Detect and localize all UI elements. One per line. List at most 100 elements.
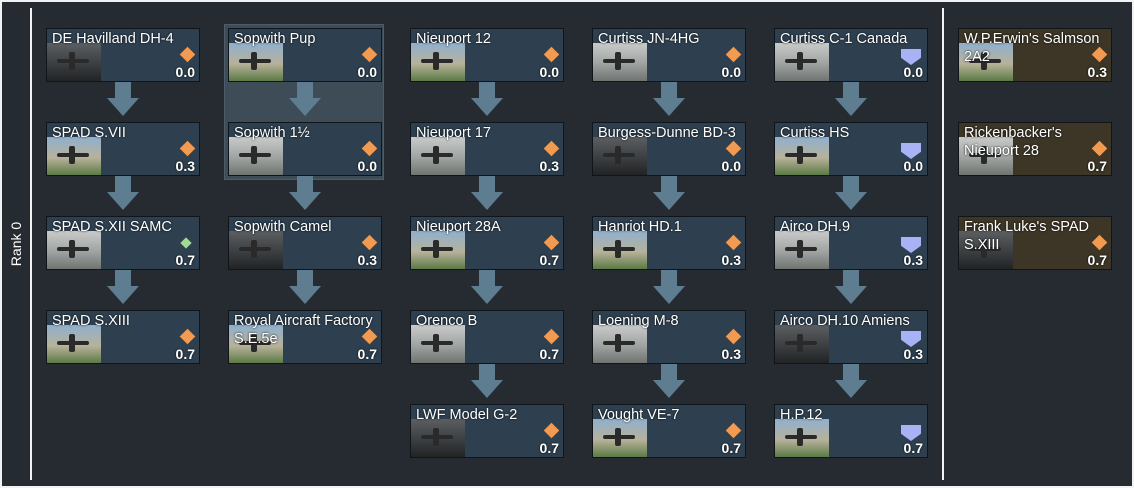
battle-rating: 0.7 — [1087, 252, 1107, 268]
vehicle-name: Airco DH.10 Amiens — [780, 313, 910, 329]
vehicle-card[interactable]: Hanriot HD.1 0.3 — [592, 216, 746, 270]
vehicle-card[interactable]: Sopwith Camel 0.3 — [228, 216, 382, 270]
battle-rating: 0.0 — [721, 64, 741, 80]
battle-rating: 0.3 — [357, 252, 377, 268]
battle-rating: 0.3 — [175, 158, 195, 174]
aircraft-thumbnail — [593, 325, 647, 363]
aircraft-silhouette-icon — [603, 428, 635, 446]
vehicle-card[interactable]: DE Havilland DH-4 0.0 — [46, 28, 200, 82]
vehicle-card[interactable]: Burgess-Dunne BD-3 0.0 — [592, 122, 746, 176]
vehicle-name: Burgess-Dunne BD-3 — [598, 125, 736, 141]
orange-diamond-icon — [361, 46, 378, 63]
arrow-down-icon — [653, 270, 685, 310]
aircraft-silhouette-icon — [57, 334, 89, 352]
aircraft-silhouette-icon — [421, 240, 453, 258]
blue-shield-icon — [901, 425, 921, 441]
vehicle-name: H.P.12 — [780, 407, 823, 423]
vehicle-name: Frank Luke's SPAD S.XIII — [964, 219, 1089, 253]
vehicle-name: SPAD S.XIII — [52, 313, 130, 329]
vehicle-card[interactable]: Royal Aircraft Factory S.E.5e 0.7 — [228, 310, 382, 364]
vehicle-card[interactable]: SPAD S.XII SAMC 0.7 — [46, 216, 200, 270]
aircraft-thumbnail — [411, 43, 465, 81]
aircraft-thumbnail — [47, 137, 101, 175]
vehicle-card[interactable]: Nieuport 28A 0.7 — [410, 216, 564, 270]
battle-rating: 0.3 — [1087, 64, 1107, 80]
aircraft-thumbnail — [775, 43, 829, 81]
aircraft-silhouette-icon — [421, 428, 453, 446]
orange-diamond-icon — [179, 46, 196, 63]
vehicle-card[interactable]: SPAD S.XIII 0.7 — [46, 310, 200, 364]
aircraft-silhouette-icon — [57, 146, 89, 164]
vehicle-name: Sopwith Pup — [234, 31, 316, 47]
aircraft-silhouette-icon — [603, 146, 635, 164]
vehicle-name: Hanriot HD.1 — [598, 219, 682, 235]
orange-diamond-icon — [179, 140, 196, 157]
vehicle-name: Curtiss JN-4HG — [598, 31, 700, 47]
battle-rating: 0.0 — [357, 64, 377, 80]
rank-column: Rank 0 — [0, 0, 32, 488]
orange-diamond-icon — [725, 422, 742, 439]
vehicle-name: Orenco B — [416, 313, 478, 329]
battle-rating: 0.0 — [175, 64, 195, 80]
aircraft-thumbnail — [593, 419, 647, 457]
vehicle-card[interactable]: Sopwith 1½ 0.0 — [228, 122, 382, 176]
orange-diamond-icon — [543, 140, 560, 157]
battle-rating: 0.3 — [539, 158, 559, 174]
aircraft-thumbnail — [229, 137, 283, 175]
aircraft-silhouette-icon — [785, 334, 817, 352]
vehicle-card[interactable]: H.P.12 0.7 — [774, 404, 928, 458]
arrow-down-icon — [835, 270, 867, 310]
vehicle-card[interactable]: Nieuport 17 0.3 — [410, 122, 564, 176]
arrow-down-icon — [653, 364, 685, 404]
orange-diamond-icon — [543, 328, 560, 345]
arrow-down-icon — [653, 176, 685, 216]
aircraft-thumbnail — [775, 231, 829, 269]
vehicle-card[interactable]: Curtiss JN-4HG 0.0 — [592, 28, 746, 82]
vehicle-card[interactable]: Nieuport 12 0.0 — [410, 28, 564, 82]
premium-vehicle-card[interactable]: W.P.Erwin's Salmson 2A2 0.3 — [958, 28, 1112, 82]
vehicle-card[interactable]: Curtiss C-1 Canada 0.0 — [774, 28, 928, 82]
aircraft-thumbnail — [47, 231, 101, 269]
aircraft-silhouette-icon — [785, 240, 817, 258]
battle-rating: 0.7 — [357, 346, 377, 362]
arrow-down-icon — [835, 82, 867, 122]
aircraft-thumbnail — [411, 231, 465, 269]
vehicle-card[interactable]: LWF Model G-2 0.7 — [410, 404, 564, 458]
orange-diamond-icon — [361, 234, 378, 251]
aircraft-thumbnail — [411, 137, 465, 175]
blue-shield-icon — [901, 331, 921, 347]
vehicle-card[interactable]: Orenco B 0.7 — [410, 310, 564, 364]
vehicle-card[interactable]: Airco DH.10 Amiens 0.3 — [774, 310, 928, 364]
battle-rating: 0.7 — [539, 252, 559, 268]
aircraft-silhouette-icon — [57, 52, 89, 70]
battle-rating: 0.0 — [903, 64, 923, 80]
battle-rating: 0.7 — [175, 252, 195, 268]
orange-diamond-icon — [361, 140, 378, 157]
arrow-down-icon — [471, 82, 503, 122]
premium-divider — [942, 8, 944, 480]
aircraft-silhouette-icon — [239, 240, 271, 258]
orange-diamond-icon — [725, 328, 742, 345]
premium-vehicle-card[interactable]: Rickenbacker's Nieuport 28 0.7 — [958, 122, 1112, 176]
battle-rating: 0.3 — [721, 346, 741, 362]
arrow-down-icon — [107, 176, 139, 216]
vehicle-card[interactable]: Airco DH.9 0.3 — [774, 216, 928, 270]
arrow-down-icon — [289, 176, 321, 216]
vehicle-card[interactable]: Loening M-8 0.3 — [592, 310, 746, 364]
battle-rating: 0.7 — [539, 440, 559, 456]
battle-rating: 0.0 — [721, 158, 741, 174]
vehicle-card[interactable]: Vought VE-7 0.7 — [592, 404, 746, 458]
aircraft-silhouette-icon — [57, 240, 89, 258]
battle-rating: 0.7 — [903, 440, 923, 456]
arrow-down-icon — [107, 82, 139, 122]
battle-rating: 0.3 — [721, 252, 741, 268]
premium-vehicle-card[interactable]: Frank Luke's SPAD S.XIII 0.7 — [958, 216, 1112, 270]
aircraft-thumbnail — [411, 419, 465, 457]
battle-rating: 0.0 — [539, 64, 559, 80]
aircraft-thumbnail — [593, 137, 647, 175]
vehicle-card[interactable]: Sopwith Pup 0.0 — [228, 28, 382, 82]
vehicle-card[interactable]: SPAD S.VII 0.3 — [46, 122, 200, 176]
aircraft-silhouette-icon — [785, 428, 817, 446]
vehicle-name: Vought VE-7 — [598, 407, 680, 423]
vehicle-card[interactable]: Curtiss HS 0.0 — [774, 122, 928, 176]
